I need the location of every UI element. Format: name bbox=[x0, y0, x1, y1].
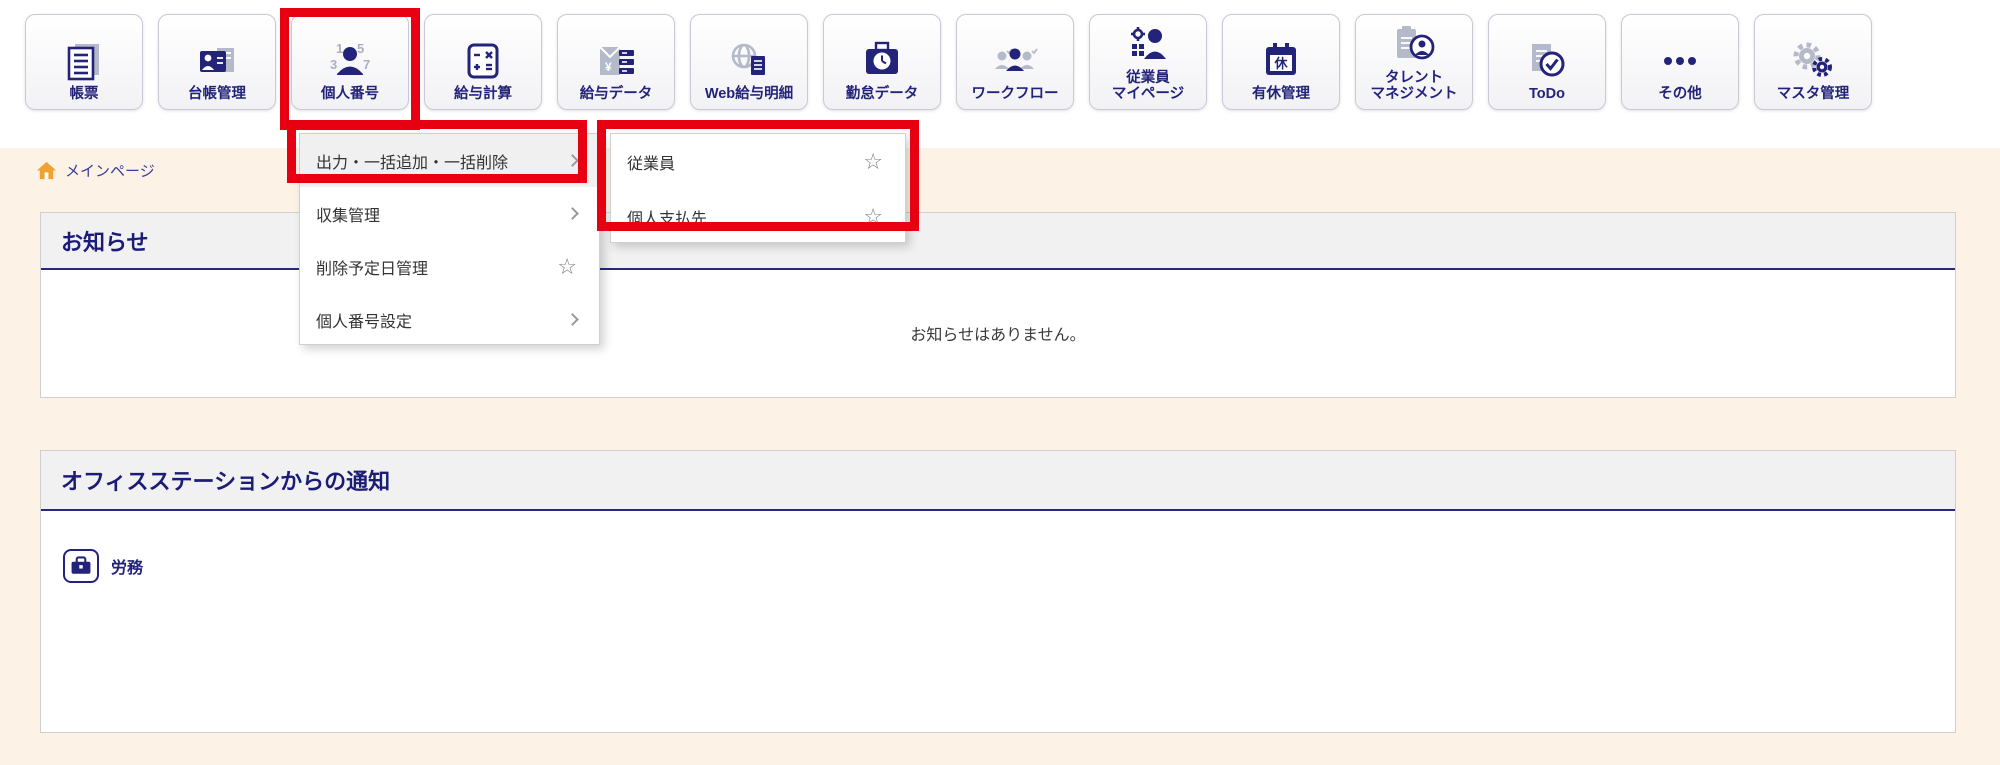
todo-icon bbox=[1524, 39, 1570, 83]
more-icon bbox=[1657, 39, 1703, 83]
briefcase-icon bbox=[63, 549, 99, 583]
nav-label: 勤怠データ bbox=[846, 86, 919, 102]
nav-button-paid-leave[interactable]: 休 有休管理 bbox=[1222, 14, 1340, 110]
paid-leave-icon: 休 bbox=[1258, 39, 1304, 83]
nav-label: 帳票 bbox=[70, 86, 99, 102]
attendance-icon bbox=[859, 39, 905, 83]
station-title: オフィスステーションからの通知 bbox=[61, 464, 390, 496]
nav-button-attendance[interactable]: 勤怠データ bbox=[823, 14, 941, 110]
workflow-icon bbox=[992, 39, 1038, 83]
nav-label: マスタ管理 bbox=[1777, 86, 1850, 102]
notices-title: お知らせ bbox=[61, 225, 149, 257]
report-icon bbox=[61, 39, 107, 83]
output-bulk-submenu: 従業員 ☆ 個人支払先 ☆ bbox=[610, 133, 906, 243]
menu-item-collection-management[interactable]: 収集管理 bbox=[300, 187, 599, 240]
payroll-data-icon: ¥ bbox=[593, 39, 639, 83]
my-number-dropdown-menu: 出力・一括追加・一括削除 収集管理 削除予定日管理 ☆ 個人番号設定 bbox=[299, 133, 600, 345]
station-notifications-panel: オフィスステーションからの通知 労務 bbox=[40, 450, 1956, 733]
my-number-icon: 1537 bbox=[327, 39, 373, 83]
menu-item-deletion-date-management[interactable]: 削除予定日管理 ☆ bbox=[300, 240, 599, 293]
top-nav: 帳票 台帳管理 1537 個人番号 給与計算 ¥ 給与データ Web給与明細 bbox=[0, 0, 2000, 148]
nav-label: Web給与明細 bbox=[705, 86, 793, 102]
nav-button-payroll-data[interactable]: ¥ 給与データ bbox=[557, 14, 675, 110]
nav-label: ワークフロー bbox=[972, 86, 1059, 102]
nav-label: 台帳管理 bbox=[188, 86, 246, 102]
svg-text:¥: ¥ bbox=[605, 60, 612, 74]
station-item-label: 労務 bbox=[111, 554, 143, 578]
web-payslip-icon bbox=[726, 39, 772, 83]
nav-button-master-settings[interactable]: マスタ管理 bbox=[1754, 14, 1872, 110]
chevron-right-icon bbox=[566, 313, 579, 326]
employee-mypage-icon bbox=[1125, 23, 1171, 67]
nav-button-my-number[interactable]: 1537 個人番号 bbox=[291, 14, 409, 110]
ledger-icon bbox=[194, 39, 240, 83]
nav-button-payroll-calc[interactable]: 給与計算 bbox=[424, 14, 542, 110]
nav-button-more[interactable]: その他 bbox=[1621, 14, 1739, 110]
nav-label: 給与データ bbox=[580, 86, 653, 102]
nav-button-ledger[interactable]: 台帳管理 bbox=[158, 14, 276, 110]
home-icon bbox=[36, 160, 57, 181]
breadcrumb[interactable]: メインページ bbox=[36, 157, 155, 183]
station-item-labor[interactable]: 労務 bbox=[63, 549, 143, 583]
submenu-item-personal-payee[interactable]: 個人支払先 ☆ bbox=[611, 189, 905, 244]
nav-label: ToDo bbox=[1529, 86, 1565, 102]
menu-item-label: 出力・一括追加・一括削除 bbox=[316, 149, 508, 173]
talent-management-icon bbox=[1391, 23, 1437, 67]
menu-item-label: 収集管理 bbox=[316, 202, 380, 226]
submenu-item-label: 従業員 bbox=[627, 150, 675, 174]
nav-label: 従業員 マイページ bbox=[1112, 70, 1184, 102]
station-header: オフィスステーションからの通知 bbox=[41, 451, 1955, 511]
star-icon[interactable]: ☆ bbox=[557, 256, 577, 278]
svg-text:7: 7 bbox=[363, 57, 370, 72]
nav-label: 個人番号 bbox=[321, 86, 379, 102]
submenu-item-label: 個人支払先 bbox=[627, 205, 707, 229]
nav-button-web-payslip[interactable]: Web給与明細 bbox=[690, 14, 808, 110]
master-settings-icon bbox=[1790, 39, 1836, 83]
breadcrumb-label[interactable]: メインページ bbox=[65, 160, 155, 181]
svg-text:3: 3 bbox=[330, 57, 337, 72]
nav-button-report[interactable]: 帳票 bbox=[25, 14, 143, 110]
calculator-icon bbox=[460, 39, 506, 83]
chevron-right-icon bbox=[566, 207, 579, 220]
nav-button-todo[interactable]: ToDo bbox=[1488, 14, 1606, 110]
nav-button-talent-management[interactable]: タレント マネジメント bbox=[1355, 14, 1473, 110]
menu-item-my-number-settings[interactable]: 個人番号設定 bbox=[300, 293, 599, 346]
star-icon[interactable]: ☆ bbox=[863, 206, 883, 228]
nav-label: 有休管理 bbox=[1252, 86, 1310, 102]
menu-item-label: 削除予定日管理 bbox=[316, 255, 428, 279]
submenu-item-employee[interactable]: 従業員 ☆ bbox=[611, 134, 905, 189]
nav-label: タレント マネジメント bbox=[1371, 70, 1458, 102]
menu-item-label: 個人番号設定 bbox=[316, 308, 412, 332]
star-icon[interactable]: ☆ bbox=[863, 151, 883, 173]
svg-text:1: 1 bbox=[336, 41, 343, 56]
nav-label: 給与計算 bbox=[454, 86, 512, 102]
svg-text:5: 5 bbox=[357, 41, 364, 56]
nav-button-workflow[interactable]: ワークフロー bbox=[956, 14, 1074, 110]
chevron-right-icon bbox=[566, 154, 579, 167]
nav-button-employee-mypage[interactable]: 従業員 マイページ bbox=[1089, 14, 1207, 110]
svg-text:休: 休 bbox=[1273, 56, 1288, 71]
menu-item-output-bulk[interactable]: 出力・一括追加・一括削除 bbox=[300, 134, 599, 187]
nav-label: その他 bbox=[1658, 86, 1702, 102]
